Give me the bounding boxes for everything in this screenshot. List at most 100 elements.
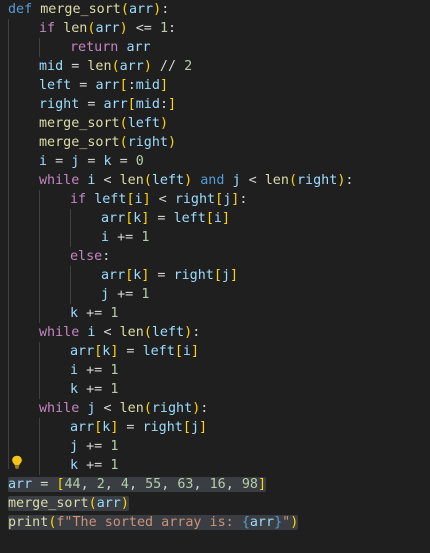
code-token: i (101, 230, 110, 245)
code-token: // (151, 59, 185, 74)
indent-guide (39, 418, 40, 475)
code-token: k (103, 154, 112, 169)
code-token: , (225, 477, 242, 492)
code-line: else: (70, 247, 110, 266)
line-text: k += 1 (70, 382, 118, 397)
code-token: = (149, 268, 174, 283)
code-token: f"The sorted array is: (56, 515, 242, 530)
code-token: [ (127, 97, 136, 112)
code-token: 1 (141, 230, 150, 245)
code-token: 4 (120, 477, 129, 492)
selected-text: print(f"The sorted array is: {arr}") (8, 515, 299, 530)
line-text: j += 1 (101, 287, 149, 302)
code-token: def (8, 2, 33, 17)
code-token: 0 (135, 154, 144, 169)
code-line: k += 1 (70, 304, 118, 323)
code-token: arr (96, 496, 121, 511)
code-line: arr = [44, 2, 4, 55, 63, 16, 98] (8, 475, 266, 494)
line-text: mid = len(arr) // 2 (39, 59, 192, 74)
line-text: j += 1 (70, 439, 118, 454)
code-line: k += 1 (70, 456, 118, 475)
code-token: ) (119, 21, 128, 36)
code-token: while (39, 401, 80, 416)
code-line: while i < len(left): (39, 323, 200, 342)
code-line: while i < len(left) and j < len(right): (39, 171, 353, 190)
code-token: 1 (159, 21, 168, 36)
code-editor[interactable]: def merge_sort(arr): if len(arr) <= 1: ret… (0, 0, 430, 553)
code-token: += (78, 382, 111, 397)
code-token: arr (8, 477, 33, 492)
code-token: [ (126, 192, 135, 207)
code-token: arr (128, 2, 154, 17)
code-token: " (282, 515, 291, 530)
line-text: arr[k] = right[j] (70, 420, 207, 435)
code-token: right (142, 420, 183, 435)
code-token: < (95, 401, 120, 416)
code-token: = (118, 344, 143, 359)
code-token: += (78, 306, 111, 321)
code-token: [ (174, 344, 183, 359)
code-token: , (193, 477, 210, 492)
code-token: mid (135, 78, 160, 93)
code-token: arr (101, 211, 126, 226)
code-token: : (239, 192, 248, 207)
code-token: arr (95, 21, 120, 36)
code-token: arr (249, 515, 275, 530)
code-token: while (39, 173, 80, 188)
indent-guide (39, 342, 40, 399)
code-token: len (119, 401, 144, 416)
code-token: ( (120, 2, 129, 17)
code-token: arr (119, 59, 144, 74)
code-line: return arr (70, 38, 151, 57)
code-token: mid (135, 97, 160, 112)
code-token: 16 (209, 477, 226, 492)
code-token: ) (290, 515, 299, 530)
code-token: [ (213, 268, 222, 283)
lightbulb-icon[interactable] (11, 455, 23, 469)
code-token: : (161, 2, 170, 17)
code-token: 98 (241, 477, 258, 492)
code-token: print (8, 515, 49, 530)
code-token: ] (190, 344, 199, 359)
indent-guide (70, 209, 71, 247)
code-line: j += 1 (101, 285, 149, 304)
code-token: j (232, 173, 241, 188)
code-token: = (111, 154, 136, 169)
code-token: right (127, 135, 168, 150)
line-text: arr[k] = right[j] (101, 268, 238, 283)
code-token: ( (111, 59, 120, 74)
code-token: arr (101, 268, 126, 283)
line-text: while i < len(left) and j < len(right): (39, 173, 353, 188)
code-token: ( (88, 496, 97, 511)
code-line: arr[k] = left[i] (101, 209, 230, 228)
code-token: if (70, 192, 87, 207)
code-token: } (274, 515, 283, 530)
code-token: < (150, 192, 175, 207)
code-token: { (241, 515, 250, 530)
code-token: else (70, 249, 103, 264)
code-token: j (221, 268, 230, 283)
code-token: left (127, 116, 160, 131)
code-line: if left[i] < right[j]: (70, 190, 247, 209)
code-line: def merge_sort(arr): (8, 0, 169, 19)
code-token: [ (215, 192, 224, 207)
code-token: 44 (64, 477, 81, 492)
code-token: len (63, 21, 88, 36)
line-text: arr[k] = left[i] (101, 211, 230, 226)
code-token: right (39, 97, 80, 112)
code-token: mid (39, 59, 64, 74)
code-token: merge_sort (39, 116, 120, 131)
code-token: 2 (96, 477, 105, 492)
line-text: def merge_sort(arr): (8, 2, 169, 17)
code-token: arr (103, 97, 128, 112)
line-text: arr[k] = left[i] (70, 344, 199, 359)
code-token: ] (221, 211, 230, 226)
code-token: , (104, 477, 121, 492)
code-token: right (297, 173, 338, 188)
code-token: 1 (110, 439, 119, 454)
line-text: else: (70, 249, 110, 264)
code-token: ] (159, 78, 168, 93)
line-text: merge_sort(right) (39, 135, 176, 150)
